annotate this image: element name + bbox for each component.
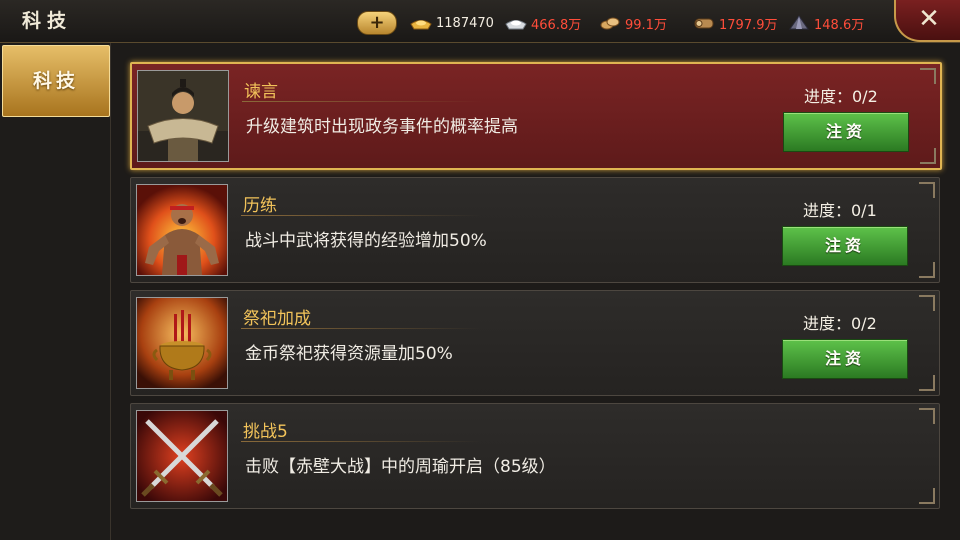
silver-value: 466.8万	[531, 17, 582, 33]
tech-card-training[interactable]: 历练 战斗中武将获得的经验增加50% 进度：0/1 注资	[130, 177, 940, 283]
corner-ornament	[920, 68, 936, 84]
silver-ingot-icon	[504, 15, 528, 31]
tech-title: 谏言	[244, 82, 278, 102]
warrior-portrait-icon	[136, 184, 228, 276]
tech-progress: 进度：0/2	[804, 87, 878, 106]
food-value: 99.1万	[625, 17, 667, 33]
title-divider	[241, 441, 481, 442]
title-divider	[242, 101, 482, 102]
wood-value: 1797.9万	[719, 17, 778, 33]
corner-ornament	[919, 408, 935, 424]
gold-resource: 1187470	[409, 13, 494, 33]
advisor-portrait-icon	[137, 70, 229, 162]
tech-description: 击败【赤壁大战】中的周瑜开启（85级）	[245, 457, 556, 477]
corner-ornament	[919, 182, 935, 198]
corner-ornament	[919, 375, 935, 391]
page-title: 科技	[22, 10, 73, 32]
gold-value: 1187470	[436, 15, 494, 31]
invest-button[interactable]: 注资	[782, 339, 908, 379]
corner-ornament	[919, 295, 935, 311]
tech-title: 挑战5	[243, 422, 288, 442]
tech-card-sacrifice[interactable]: 祭祀加成 金币祭祀获得资源量加50% 进度：0/2 注资	[130, 290, 940, 396]
silver-resource: 466.8万	[504, 13, 581, 33]
grain-icon	[598, 15, 622, 31]
iron-icon	[787, 15, 811, 31]
wood-resource: 1797.9万	[692, 13, 778, 33]
tech-title: 历练	[243, 196, 277, 216]
corner-ornament	[920, 148, 936, 164]
tech-card-challenge[interactable]: 挑战5 击败【赤壁大战】中的周瑜开启（85级）	[130, 403, 940, 509]
invest-button[interactable]: 注资	[783, 112, 909, 152]
tech-description: 战斗中武将获得的经验增加50%	[245, 231, 487, 251]
incense-burner-icon	[136, 297, 228, 389]
corner-ornament	[919, 488, 935, 504]
food-resource: 99.1万	[598, 13, 667, 33]
corner-ornament	[919, 262, 935, 278]
add-currency-button[interactable]: +	[357, 11, 397, 35]
tab-tech[interactable]: 科技	[2, 45, 110, 117]
title-divider	[241, 328, 481, 329]
iron-resource: 148.6万	[787, 13, 864, 33]
tech-card-advice[interactable]: 谏言 升级建筑时出现政务事件的概率提高 进度：0/2 注资	[130, 62, 942, 170]
tech-description: 升级建筑时出现政务事件的概率提高	[246, 117, 518, 137]
tech-title: 祭祀加成	[243, 309, 311, 329]
sidebar: 科技	[0, 43, 111, 540]
iron-value: 148.6万	[814, 17, 865, 33]
wood-icon	[692, 15, 716, 31]
top-bar: 科技 + 1187470 466.8万 99.1万 1797.9万 148.6万…	[0, 0, 960, 43]
tech-description: 金币祭祀获得资源量加50%	[245, 344, 453, 364]
tech-progress: 进度：0/1	[803, 201, 877, 220]
invest-button[interactable]: 注资	[782, 226, 908, 266]
gold-ingot-icon	[409, 15, 433, 31]
title-divider	[241, 215, 481, 216]
close-button[interactable]: ✕	[894, 0, 960, 42]
tech-progress: 进度：0/2	[803, 314, 877, 333]
crossed-swords-icon	[136, 410, 228, 502]
